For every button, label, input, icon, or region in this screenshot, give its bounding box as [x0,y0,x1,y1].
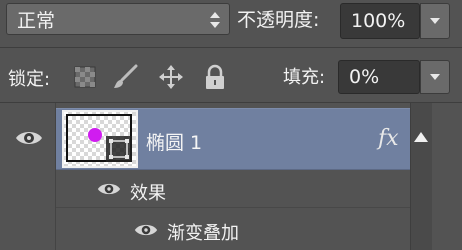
eye-icon[interactable] [133,221,159,239]
fill-label: 填充: [283,67,326,88]
fill-input[interactable]: 0% [338,60,420,94]
fx-icon[interactable]: fx [378,126,399,151]
fill-dropdown-button[interactable] [420,60,450,94]
lock-position-icon[interactable] [158,64,184,90]
opacity-input[interactable]: 100% [340,3,420,39]
lock-transparent-pixels-icon[interactable] [72,64,98,90]
chevron-down-icon [430,74,440,80]
visibility-column [0,103,56,250]
layer-name[interactable]: 椭圆 1 [146,128,202,155]
chevron-down-icon [430,18,440,24]
lock-all-icon[interactable] [202,64,228,90]
fill-value: 0% [349,66,380,88]
effects-label: 效果 [130,183,166,204]
shape-preview [88,128,102,142]
opacity-value: 100% [351,10,406,32]
shape-layer-icon [106,136,132,162]
blend-mode-select[interactable]: 正常 [6,3,230,35]
opacity-label: 不透明度: [237,9,320,31]
layer-thumbnail[interactable] [62,110,138,168]
effect-item-gradient-overlay[interactable]: 渐变叠加 [167,219,239,245]
panel-gutter [432,103,462,250]
blend-mode-value: 正常 [17,9,56,32]
eye-icon[interactable] [96,180,122,198]
eye-icon[interactable] [14,128,44,148]
opacity-dropdown-button[interactable] [420,3,450,39]
lock-label: 锁定: [8,69,51,90]
divider [0,47,462,48]
select-arrows-icon [210,12,220,28]
scroll-up-arrow-icon[interactable] [414,132,428,142]
scrollbar[interactable] [410,103,432,250]
lock-image-pixels-icon[interactable] [112,64,138,90]
